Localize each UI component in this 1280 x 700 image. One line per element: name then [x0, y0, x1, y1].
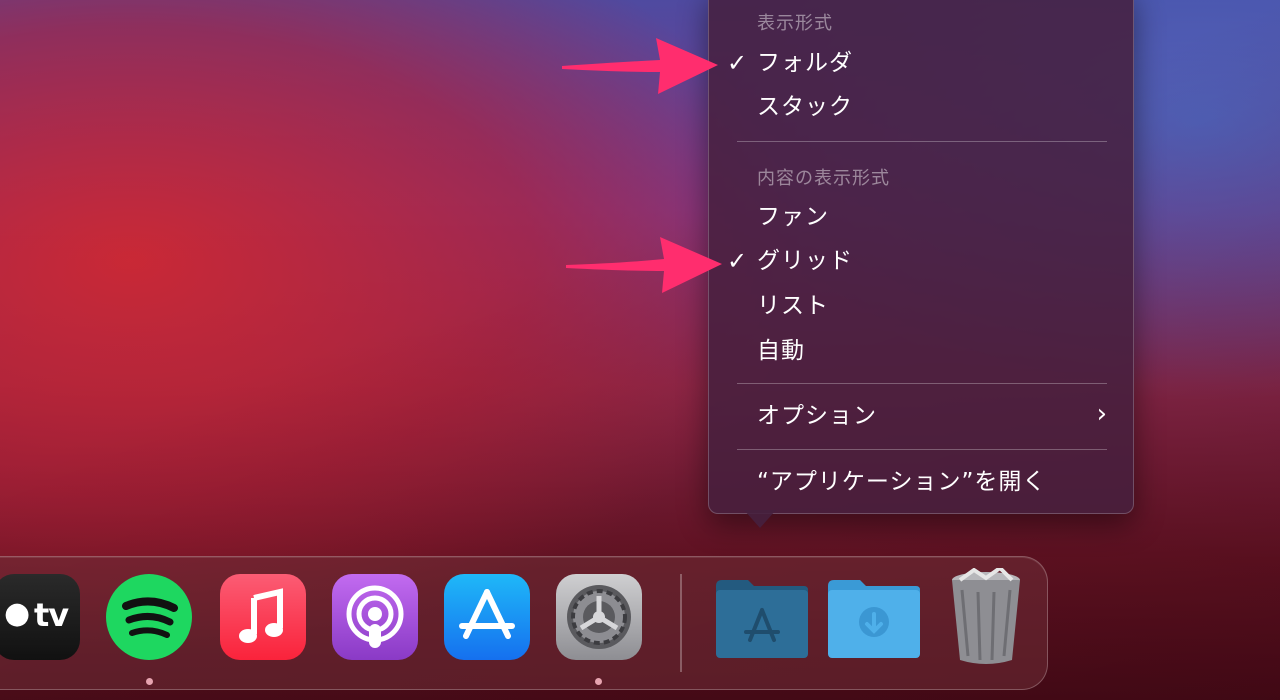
tv-label: tv [34, 596, 69, 634]
menu-pointer-tail [744, 510, 776, 528]
checkmark-icon: ✓ [727, 247, 748, 275]
menu-item-label: フォルダ [757, 50, 853, 76]
chevron-right-icon: › [1096, 399, 1107, 429]
app-store-a-icon [459, 589, 515, 639]
applications-folder-stack[interactable] [714, 578, 810, 660]
spotify-waves-icon [122, 597, 178, 638]
music-note-icon [239, 588, 283, 643]
podcasts-app-icon[interactable] [332, 574, 418, 660]
menu-item-label: オプション [757, 403, 877, 429]
music-app-icon[interactable] [220, 574, 306, 660]
menu-item-label: グリッド [757, 248, 853, 274]
trash-icon [952, 565, 1020, 664]
spotify-app-icon[interactable] [106, 574, 192, 660]
checkmark-icon: ✓ [727, 49, 748, 77]
annotation-arrow-icon [562, 38, 718, 94]
menu-header-display-as: 表示形式 [757, 13, 833, 34]
menu-item-label: ファン [757, 204, 829, 230]
menu-item-label: スタック [757, 94, 853, 120]
podcast-signal-icon [346, 585, 404, 648]
app-store-folder-icon [716, 580, 808, 658]
downloads-folder-stack[interactable] [826, 578, 922, 660]
apple-tv-app-icon[interactable]: ● tv [0, 574, 80, 660]
dock-divider [680, 574, 682, 672]
download-folder-icon [828, 580, 920, 658]
gear-icon [567, 585, 631, 649]
app-store-app-icon[interactable] [444, 574, 530, 660]
menu-item-label: リスト [757, 293, 829, 319]
system-preferences-app-icon[interactable] [556, 574, 642, 660]
menu-item-label: 自動 [757, 338, 805, 364]
menu-item-label: “アプリケーション”を開く [757, 469, 1047, 495]
running-indicator [595, 678, 602, 685]
menu-header-view-content-as: 内容の表示形式 [757, 168, 890, 189]
running-indicator [146, 678, 153, 685]
menu-separator [737, 383, 1107, 384]
trash-stack[interactable] [946, 565, 1026, 666]
menu-separator [737, 141, 1107, 142]
apple-logo-icon: ● [4, 596, 31, 631]
annotation-arrow-icon [566, 237, 722, 293]
menu-separator [737, 449, 1107, 450]
dock-stack-context-menu: 表示形式 ✓ フォルダ スタック 内容の表示形式 ファン ✓ グリッド リスト … [708, 0, 1134, 514]
